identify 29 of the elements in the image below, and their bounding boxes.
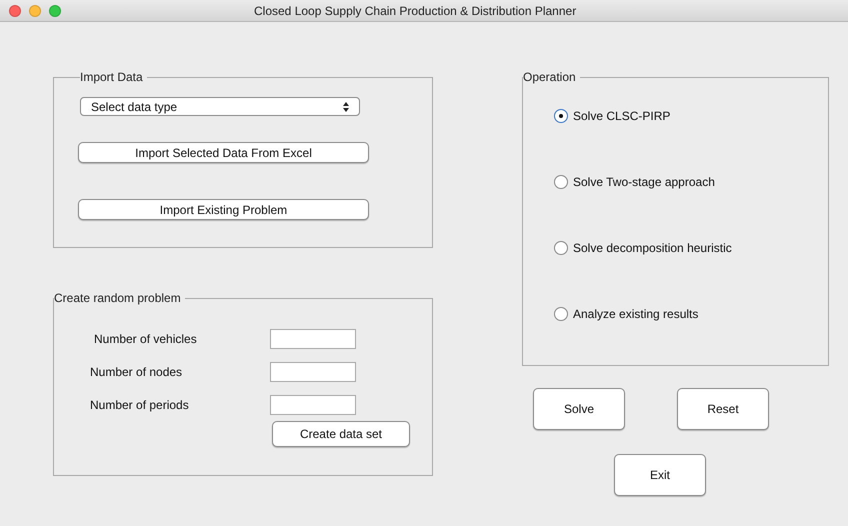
field-label: Number of nodes	[89, 364, 184, 381]
push-button[interactable]: Import Existing Problem	[78, 199, 369, 220]
push-button[interactable]: Solve	[533, 388, 625, 430]
window-title: Closed Loop Supply Chain Production & Distribution Planner	[254, 2, 576, 20]
push-button[interactable]: Import Selected Data From Excel	[78, 142, 369, 163]
number-field[interactable]	[270, 395, 356, 415]
minimize-icon[interactable]	[29, 4, 41, 16]
group-title: Operation	[523, 69, 577, 85]
radio-option[interactable]: Solve CLSC-PIRP	[554, 105, 828, 126]
updown-caret-icon	[343, 102, 349, 112]
data-type-select[interactable]: Select data type	[80, 97, 360, 116]
radio-option[interactable]: Solve Two-stage approach	[554, 171, 828, 192]
radio-button[interactable]	[554, 108, 568, 122]
field-label: Number of vehicles	[93, 331, 198, 348]
push-button[interactable]: Exit	[614, 454, 706, 496]
number-field[interactable]	[270, 362, 356, 382]
group-title: Import Data	[80, 69, 144, 85]
zoom-icon[interactable]	[49, 4, 61, 16]
radio-button[interactable]	[554, 174, 568, 188]
push-button[interactable]: Reset	[677, 388, 769, 430]
close-icon[interactable]	[9, 4, 21, 16]
radio-option[interactable]: Analyze existing results	[554, 303, 828, 324]
radio-button[interactable]	[554, 306, 568, 320]
push-button[interactable]: Create data set	[272, 421, 410, 447]
number-field[interactable]	[270, 329, 356, 349]
radio-option[interactable]: Solve decomposition heuristic	[554, 237, 828, 258]
group-title: Create random problem	[54, 290, 182, 306]
radio-button[interactable]	[554, 240, 568, 254]
field-label: Number of periods	[89, 397, 190, 414]
